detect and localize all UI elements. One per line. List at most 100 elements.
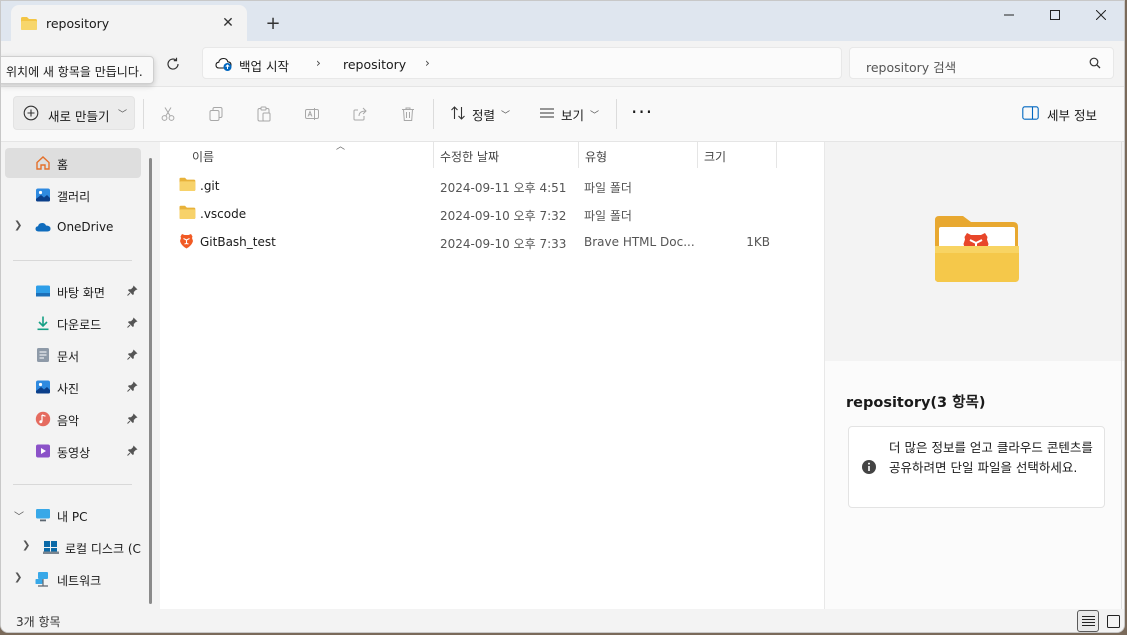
view-label: 보기 (561, 107, 585, 123)
chevron-right-icon[interactable]: ❯ (14, 572, 22, 583)
file-name: GitBash_test (200, 235, 276, 249)
details-view-button[interactable] (1077, 610, 1099, 632)
table-row[interactable]: .git 2024-09-11 오후 4:51 파일 폴더 (160, 171, 824, 199)
tab-bar: repository ✕ + (1, 1, 1124, 41)
brave-html-icon (179, 233, 194, 252)
sidebar-item-pictures[interactable]: 사진 (5, 372, 141, 402)
tiles-view-button[interactable] (1102, 610, 1124, 632)
video-icon (35, 443, 51, 459)
address-row: 백업 시작 › repository › repository 검색 (1, 41, 1124, 87)
gallery-icon (35, 187, 51, 203)
sidebar-item-onedrive[interactable]: ❯ OneDrive (5, 212, 141, 242)
column-header-type[interactable]: 유형 (578, 142, 698, 168)
pin-icon[interactable] (127, 413, 138, 427)
sidebar-item-desktop[interactable]: 바탕 화면 (5, 276, 141, 306)
sidebar-item-gallery[interactable]: 갤러리 (5, 180, 141, 210)
search-icon (1089, 57, 1101, 72)
cloud-backup-icon (215, 56, 233, 75)
sidebar-item-label: 로컬 디스크 (C (65, 542, 141, 556)
navigation-pane: 홈 갤러리 ❯ OneDrive 바탕 화면 다운로드 문서 사진 음악 동영상… (1, 142, 158, 609)
table-row[interactable]: GitBash_test 2024-09-10 오후 7:33 Brave HT… (160, 227, 824, 255)
breadcrumb-backup[interactable]: 백업 시작 (239, 56, 289, 75)
breadcrumb-repository[interactable]: repository (343, 57, 406, 72)
file-modified: 2024-09-10 오후 7:33 (440, 237, 567, 251)
search-input[interactable]: repository 검색 (849, 47, 1114, 79)
file-modified: 2024-09-11 오후 4:51 (440, 181, 567, 195)
document-icon (35, 347, 51, 363)
new-button[interactable]: 새로 만들기 ﹀ (13, 96, 135, 130)
sidebar-scrollbar[interactable] (149, 158, 152, 604)
tooltip: 위치에 새 항목을 만듭니다. (1, 56, 154, 84)
sidebar-item-music[interactable]: 음악 (5, 404, 141, 434)
rename-icon[interactable] (302, 104, 322, 124)
folder-icon (20, 16, 38, 34)
sidebar-item-label: 갤러리 (57, 190, 91, 204)
folder-icon (179, 177, 196, 195)
pin-icon[interactable] (127, 317, 138, 331)
sidebar-item-label: 동영상 (57, 446, 91, 460)
pin-icon[interactable] (127, 285, 138, 299)
column-header-modified[interactable]: 수정한 날짜 (433, 142, 578, 168)
column-header-label: 수정한 날짜 (440, 150, 500, 164)
column-header-size[interactable]: 크기 (697, 142, 777, 168)
pin-icon[interactable] (127, 349, 138, 363)
folder-icon (179, 205, 196, 223)
file-list: 이름 ︿ 수정한 날짜 유형 크기 .git 2024-09-11 오후 4:5… (160, 142, 824, 609)
sidebar-item-home[interactable]: 홈 (5, 148, 141, 178)
tab-title: repository (46, 16, 110, 31)
paste-icon[interactable] (254, 104, 274, 124)
share-icon[interactable] (350, 104, 370, 124)
chevron-down-icon: ﹀ (118, 110, 128, 120)
new-button-label: 새로 만들기 (48, 109, 110, 124)
details-label: 세부 정보 (1047, 108, 1097, 123)
breadcrumb-separator[interactable]: › (425, 56, 430, 70)
sort-button[interactable]: 정렬 ﹀ (450, 104, 510, 124)
column-header-name[interactable]: 이름 ︿ (192, 142, 345, 168)
chevron-down-icon: ﹀ (590, 110, 600, 121)
address-bar[interactable]: 백업 시작 › repository › (202, 47, 842, 79)
sidebar-item-label: OneDrive (57, 220, 114, 234)
sidebar-item-local-disk[interactable]: ❯ 로컬 디스크 (C (5, 532, 141, 562)
details-pane: repository(3 항목) 더 많은 정보를 얻고 클라우드 콘텐츠를 공… (824, 142, 1124, 609)
divider (13, 484, 132, 485)
chevron-right-icon[interactable]: ❯ (22, 540, 30, 551)
sidebar-item-network[interactable]: ❯ 네트워크 (5, 564, 141, 594)
view-button[interactable]: 보기 ﹀ (539, 104, 599, 124)
maximize-button[interactable] (1032, 1, 1078, 29)
command-bar: 새로 만들기 ﹀ 정렬 ﹀ 보기 ﹀ ··· 세부 정보 (1, 87, 1124, 142)
details-pane-button[interactable]: 세부 정보 (1022, 105, 1097, 124)
info-box: 더 많은 정보를 얻고 클라우드 콘텐츠를 공유하려면 단일 파일을 선택하세요… (848, 426, 1105, 508)
pin-icon[interactable] (127, 445, 138, 459)
sidebar-item-downloads[interactable]: 다운로드 (5, 308, 141, 338)
table-row[interactable]: .vscode 2024-09-10 오후 7:32 파일 폴더 (160, 199, 824, 227)
copy-icon[interactable] (206, 104, 226, 124)
tab-repository[interactable]: repository ✕ (11, 5, 247, 41)
close-tab-button[interactable]: ✕ (217, 12, 239, 34)
sidebar-item-label: 문서 (57, 350, 80, 364)
more-options-button[interactable]: ··· (631, 102, 653, 122)
desktop-icon (35, 283, 51, 299)
sidebar-item-videos[interactable]: 동영상 (5, 436, 141, 466)
sidebar-item-this-pc[interactable]: ﹀ 내 PC (5, 500, 141, 530)
folder-preview-icon (933, 214, 1021, 287)
chevron-down-icon[interactable]: ﹀ (14, 508, 24, 523)
file-type: Brave HTML Doc... (584, 235, 695, 249)
minimize-button[interactable] (986, 1, 1032, 29)
item-count: 3개 항목 (16, 615, 61, 629)
computer-icon (35, 507, 51, 523)
pin-icon[interactable] (127, 381, 138, 395)
refresh-button[interactable] (161, 52, 185, 76)
breadcrumb-separator[interactable]: › (316, 56, 321, 70)
sort-ascending-icon: ︿ (336, 142, 346, 152)
sidebar-item-documents[interactable]: 문서 (5, 340, 141, 370)
file-size: 1KB (746, 235, 770, 249)
file-modified: 2024-09-10 오후 7:32 (440, 209, 567, 223)
file-type: 파일 폴더 (584, 209, 632, 223)
divider (143, 99, 144, 129)
new-tab-button[interactable]: + (263, 13, 283, 34)
chevron-right-icon[interactable]: ❯ (14, 220, 22, 231)
delete-icon[interactable] (398, 104, 418, 124)
file-type: 파일 폴더 (584, 181, 632, 195)
cut-icon[interactable] (158, 104, 178, 124)
close-window-button[interactable] (1078, 1, 1124, 29)
